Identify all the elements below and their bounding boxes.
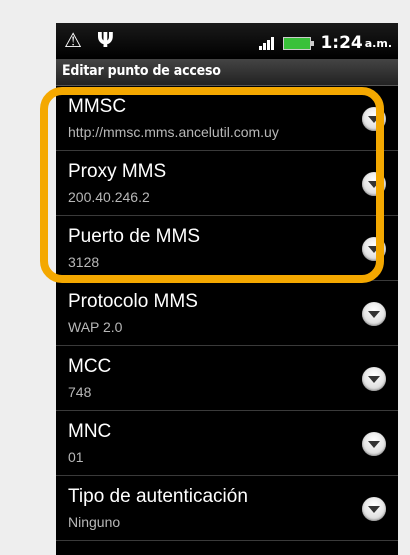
dropdown-arrow-icon[interactable] [362,107,386,131]
list-item-puerto-mms[interactable]: Puerto de MMS 3128 [56,216,398,281]
battery-icon [283,36,315,50]
item-title: MNC [68,421,112,442]
item-value: 200.40.246.2 [68,189,150,205]
dropdown-arrow-icon[interactable] [362,432,386,456]
signal-icon [259,36,275,50]
list-item-tipo-autenticacion[interactable]: Tipo de autenticación Ninguno [56,476,398,541]
item-value: 3128 [68,254,100,270]
status-icons-left: ⚠ Ψ [64,28,122,52]
status-time: 1:24 [320,33,363,53]
page-title: Editar punto de acceso [62,63,221,79]
item-value: 748 [68,384,92,400]
list-item-proxy-mms[interactable]: Proxy MMS 200.40.246.2 [56,151,398,216]
dropdown-arrow-icon[interactable] [362,367,386,391]
list-item-mcc[interactable]: MCC 748 [56,346,398,411]
list-item-protocolo-mms[interactable]: Protocolo MMS WAP 2.0 [56,281,398,346]
warning-icon: ⚠ [64,28,82,52]
item-value: http://mmsc.mms.ancelutil.com.uy [68,124,279,140]
list-item-mnc[interactable]: MNC 01 [56,411,398,476]
title-bar: Editar punto de acceso [56,59,398,86]
settings-list: MMSC http://mmsc.mms.ancelutil.com.uy Pr… [56,86,398,541]
item-title: Protocolo MMS [68,291,198,312]
item-value: 01 [68,449,84,465]
dropdown-arrow-icon[interactable] [362,237,386,261]
item-title: Puerto de MMS [68,226,200,247]
dropdown-arrow-icon[interactable] [362,302,386,326]
usb-icon: Ψ [96,28,114,52]
item-value: WAP 2.0 [68,319,123,335]
phone-screen: ⚠ Ψ 1:24 a.m. Editar punto de acceso MMS… [56,23,398,555]
screenshot-frame: ⚠ Ψ 1:24 a.m. Editar punto de acceso MMS… [0,0,410,555]
dropdown-arrow-icon[interactable] [362,172,386,196]
status-bar: ⚠ Ψ 1:24 a.m. [56,23,398,59]
item-title: MCC [68,356,112,377]
dropdown-arrow-icon[interactable] [362,497,386,521]
item-title: Proxy MMS [68,161,167,182]
status-ampm: a.m. [364,36,392,50]
item-title: MMSC [68,96,127,117]
list-item-mmsc[interactable]: MMSC http://mmsc.mms.ancelutil.com.uy [56,86,398,151]
status-icons-right: 1:24 a.m. [259,33,392,53]
item-value: Ninguno [68,514,121,530]
item-title: Tipo de autenticación [68,486,248,507]
